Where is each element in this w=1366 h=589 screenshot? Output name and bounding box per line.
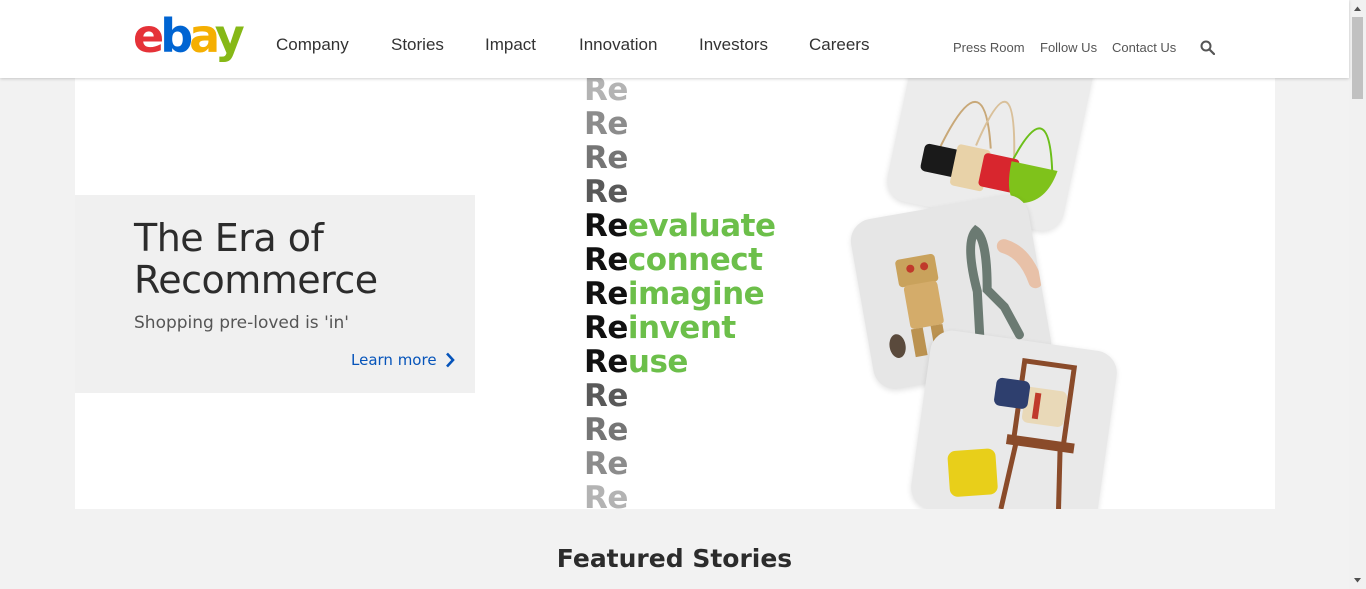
logo-letter-e: e: [133, 9, 164, 63]
re-word-line: Reimagine: [584, 277, 776, 311]
re-prefix: Re: [584, 344, 628, 380]
re-word-line: Re: [584, 379, 776, 413]
re-suffix: evaluate: [627, 208, 776, 244]
re-prefix: Re: [584, 106, 628, 142]
hero-text-card: The Era of Recommerce Shopping pre-loved…: [75, 195, 475, 393]
re-prefix: Re: [584, 78, 628, 108]
search-icon[interactable]: [1200, 40, 1215, 55]
re-prefix: Re: [584, 310, 628, 346]
nav-stories[interactable]: Stories: [391, 35, 444, 55]
re-word-line: Re: [584, 175, 776, 209]
hero-banner: The Era of Recommerce Shopping pre-loved…: [75, 78, 1275, 509]
follow-us-link[interactable]: Follow Us: [1040, 40, 1097, 55]
ebay-logo[interactable]: ebay: [133, 9, 245, 63]
re-word-line: Re: [584, 141, 776, 175]
learn-more-link[interactable]: Learn more: [351, 351, 455, 369]
re-word-line: Re: [584, 107, 776, 141]
nav-innovation[interactable]: Innovation: [579, 35, 657, 55]
nav-company[interactable]: Company: [276, 35, 349, 55]
re-word-line: Reinvent: [584, 311, 776, 345]
scroll-up-arrow-icon[interactable]: [1349, 0, 1366, 17]
page-scrollbar[interactable]: [1349, 0, 1366, 589]
site-header: ebay Company Stories Impact Innovation I…: [0, 0, 1349, 78]
chevron-right-icon: [445, 352, 455, 368]
re-word-line: Re: [584, 78, 776, 107]
re-suffix: invent: [627, 310, 736, 346]
re-word-line: Re: [584, 481, 776, 509]
re-prefix: Re: [584, 276, 628, 312]
nav-careers[interactable]: Careers: [809, 35, 869, 55]
re-word-line: Reuse: [584, 345, 776, 379]
re-word-line: Re: [584, 447, 776, 481]
contact-us-link[interactable]: Contact Us: [1112, 40, 1176, 55]
learn-more-label: Learn more: [351, 351, 437, 369]
re-prefix: Re: [584, 140, 628, 176]
re-word-line: Reevaluate: [584, 209, 776, 243]
nav-investors[interactable]: Investors: [699, 35, 768, 55]
press-room-link[interactable]: Press Room: [953, 40, 1025, 55]
chair-illustration: [947, 357, 1078, 509]
scroll-down-arrow-icon[interactable]: [1349, 572, 1366, 589]
re-suffix: imagine: [627, 276, 765, 312]
re-word-line: Re: [584, 413, 776, 447]
re-suffix: use: [627, 344, 689, 380]
re-prefix: Re: [584, 174, 628, 210]
logo-letter-a: a: [189, 9, 219, 63]
hero-subtitle: Shopping pre-loved is 'in': [134, 313, 349, 333]
re-prefix: Re: [584, 480, 628, 509]
featured-stories-heading: Featured Stories: [556, 544, 793, 573]
re-prefix: Re: [584, 446, 628, 482]
nav-impact[interactable]: Impact: [485, 35, 536, 55]
re-prefix: Re: [584, 412, 628, 448]
re-word-line: Reconnect: [584, 243, 776, 277]
scroll-thumb[interactable]: [1352, 17, 1363, 99]
re-prefix: Re: [584, 242, 628, 278]
re-prefix: Re: [584, 208, 628, 244]
re-suffix: connect: [627, 242, 763, 278]
chair-pillows-image: [908, 327, 1120, 509]
logo-letter-y: y: [214, 9, 245, 63]
hero-title: The Era of Recommerce: [134, 216, 378, 302]
re-word-list: Re Re Re Re Reevaluate Reconnect Reimagine Rein…: [584, 78, 776, 509]
logo-letter-b: b: [160, 9, 193, 63]
re-prefix: Re: [584, 378, 628, 414]
